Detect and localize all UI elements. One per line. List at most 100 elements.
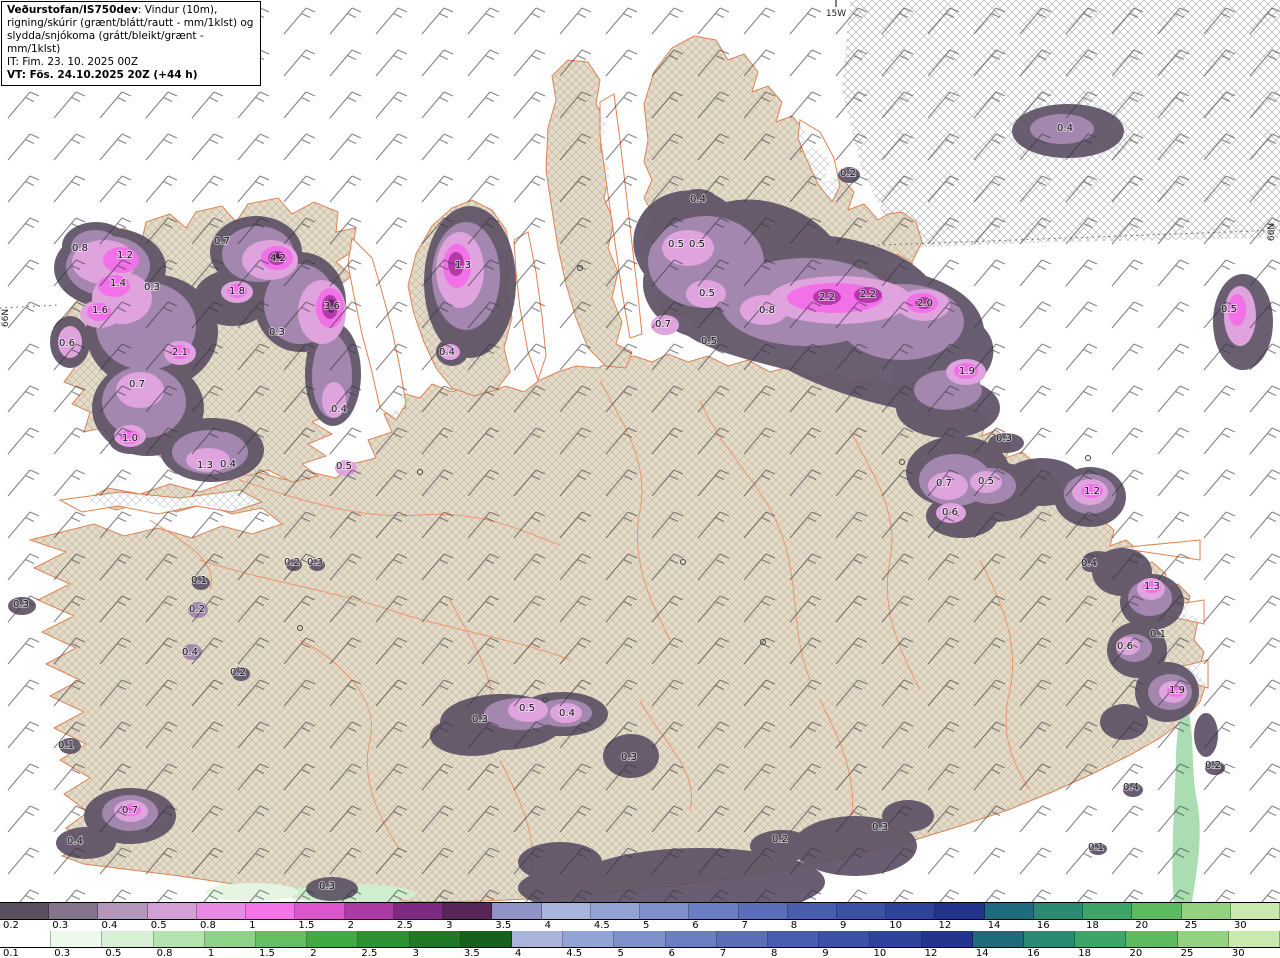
colorbar-segment bbox=[738, 903, 788, 919]
colorbar-segment bbox=[1228, 931, 1280, 947]
colorbar-segment bbox=[886, 903, 936, 919]
colorbar-segment bbox=[102, 931, 154, 947]
precip-value-label: 2.0 bbox=[917, 298, 933, 309]
precip-value-label: 3.6 bbox=[324, 301, 340, 312]
precip-value-label: 0.4 bbox=[220, 459, 236, 470]
precip-value-label: 0.3 bbox=[269, 327, 285, 338]
precip-value-label: 1.2 bbox=[117, 250, 133, 261]
precip-value-label: 0.3 bbox=[144, 282, 160, 293]
colorbar-segment bbox=[1177, 931, 1229, 947]
wind-barb-field bbox=[0, 0, 1280, 902]
precip-value-label: 0.3 bbox=[996, 433, 1012, 444]
precip-value-label: 0.5 bbox=[519, 703, 535, 714]
colorbar-tick-label: 2.5 bbox=[361, 948, 378, 958]
colorbar-tick-label: 3.5 bbox=[495, 920, 512, 931]
colorbar-segment bbox=[492, 903, 542, 919]
colorbar-segment bbox=[590, 903, 641, 919]
colorbar-segment bbox=[1181, 903, 1231, 919]
colorbar-segment bbox=[295, 903, 345, 919]
colorbar-segment bbox=[51, 931, 103, 947]
colorbar-tick-label: 10 bbox=[873, 948, 887, 958]
precip-value-label: 0.4 bbox=[1081, 558, 1097, 569]
precip-value-label: 0.4 bbox=[439, 347, 455, 358]
precip-value-label: 0.7 bbox=[129, 379, 145, 390]
colorbar-segment bbox=[640, 903, 690, 919]
precip-value-label: 0.4 bbox=[67, 836, 83, 847]
colorbar-tick-label: 18 bbox=[1086, 920, 1099, 931]
colorbar-tick-label: 25 bbox=[1180, 948, 1194, 958]
precip-value-label: 2.2 bbox=[860, 289, 876, 300]
colorbar-segment bbox=[49, 903, 99, 919]
precip-value-label: 1.3 bbox=[197, 460, 213, 471]
colorbar-segment bbox=[787, 903, 837, 919]
colorbar-segment bbox=[0, 903, 50, 919]
colorbar-tick-label: 0.5 bbox=[105, 948, 122, 958]
title-line-2: rigning/skúrir (grænt/blátt/rautt - mm/1… bbox=[7, 17, 254, 29]
colorbar-tick-label: 4.5 bbox=[566, 948, 583, 958]
colorbar-segment bbox=[1033, 903, 1084, 919]
precip-value-label: 0.4 bbox=[559, 708, 575, 719]
colorbar-segment bbox=[819, 931, 871, 947]
precip-value-label: 1.4 bbox=[110, 278, 126, 289]
colorbar-tick-label: 8 bbox=[790, 920, 798, 931]
colorbar-tick-label: 6 bbox=[692, 920, 699, 931]
colorbar-tick-label: 4 bbox=[515, 948, 522, 958]
precip-value-label: 0.6 bbox=[942, 507, 958, 518]
colorbar-segment bbox=[147, 903, 197, 919]
colorbar-tick-label: 10 bbox=[889, 920, 902, 931]
title-box: Veðurstofan/IS750dev: Vindur (10m), rign… bbox=[1, 1, 261, 86]
colorbar-tick-label: 4 bbox=[544, 920, 551, 931]
precip-value-label: 0.2 bbox=[1205, 760, 1221, 771]
colorbar-tick-label: 1 bbox=[249, 920, 256, 931]
colorbar-tick-label: 25 bbox=[1184, 920, 1198, 931]
sleet-snow-colorbar bbox=[0, 903, 1280, 920]
precip-value-label: 0.7 bbox=[936, 478, 952, 489]
precip-value-label: 0.6 bbox=[59, 338, 75, 349]
precip-value-label: 1.8 bbox=[229, 286, 245, 297]
colorbar-segment bbox=[716, 931, 769, 947]
parallel-label-right: 66N bbox=[1267, 223, 1277, 241]
precip-value-label: 0.5 bbox=[978, 476, 994, 487]
colorbar-segment bbox=[1230, 903, 1280, 919]
colorbar-tick-label: 18 bbox=[1078, 948, 1091, 958]
colorbar-segment bbox=[344, 903, 394, 919]
precip-value-label: 0.3 bbox=[319, 881, 335, 892]
precip-value-label: 0.2 bbox=[284, 557, 300, 568]
colorbar-segment bbox=[153, 931, 205, 947]
precip-value-label: 1.3 bbox=[455, 260, 471, 271]
precip-value-label: 0.5 bbox=[336, 461, 352, 472]
meridian-label: 15W bbox=[826, 9, 846, 19]
title-line-1: Veðurstofan/IS750dev: Vindur (10m), bbox=[7, 4, 255, 17]
colorbar-tick-label: 12 bbox=[938, 920, 952, 931]
title-line-3: slydda/snjókoma (grátt/bleikt/grænt - mm… bbox=[7, 30, 204, 55]
precip-value-label: 1.9 bbox=[1169, 685, 1185, 696]
precip-value-label: 0.7 bbox=[655, 319, 671, 330]
parallel-label-left: 66N bbox=[1, 309, 11, 327]
colorbar-segment bbox=[689, 903, 739, 919]
colorbar-tick-label: 0.8 bbox=[199, 920, 216, 931]
colorbar-tick-label: 20 bbox=[1129, 948, 1143, 958]
precip-value-label: 0.2 bbox=[189, 604, 205, 615]
colorbar-segment bbox=[1083, 903, 1133, 919]
valid-time: VT: Fös. 24.10.2025 20Z (+44 h) bbox=[7, 69, 255, 82]
precip-value-label: 0.1 bbox=[1088, 842, 1104, 853]
precip-value-label: 1.0 bbox=[122, 433, 138, 444]
map-canvas: 15W 66N 66N 0.4 0.2 0.4 0.8 1.2 0.7 4.2 1.4 0.3 1… bbox=[0, 0, 1280, 902]
product-suffix: : Vindur (10m), bbox=[137, 4, 218, 16]
colorbar-tick-label: 5 bbox=[617, 948, 624, 958]
colorbar-segment bbox=[935, 903, 985, 919]
precip-value-label: 0.3 bbox=[472, 714, 488, 725]
precip-value-label: 0.3 bbox=[872, 822, 888, 833]
colorbar-tick-label: 30 bbox=[1233, 920, 1247, 931]
precip-value-label: 2.2 bbox=[819, 292, 835, 303]
colorbar-tick-label: 1.5 bbox=[259, 948, 275, 958]
colorbar-segment bbox=[196, 903, 247, 919]
precip-value-label: 0.5 bbox=[689, 239, 705, 250]
colorbar-tick-label: 3 bbox=[446, 920, 453, 931]
colorbar-tick-label: 30 bbox=[1231, 948, 1245, 958]
precip-value-label: 0.1 bbox=[191, 575, 207, 586]
colorbar-tick-label: 16 bbox=[1036, 920, 1050, 931]
precip-value-label: 0.4 bbox=[690, 194, 706, 205]
precip-value-label: 0.4 bbox=[331, 404, 347, 415]
colorbar-segment bbox=[1024, 931, 1076, 947]
